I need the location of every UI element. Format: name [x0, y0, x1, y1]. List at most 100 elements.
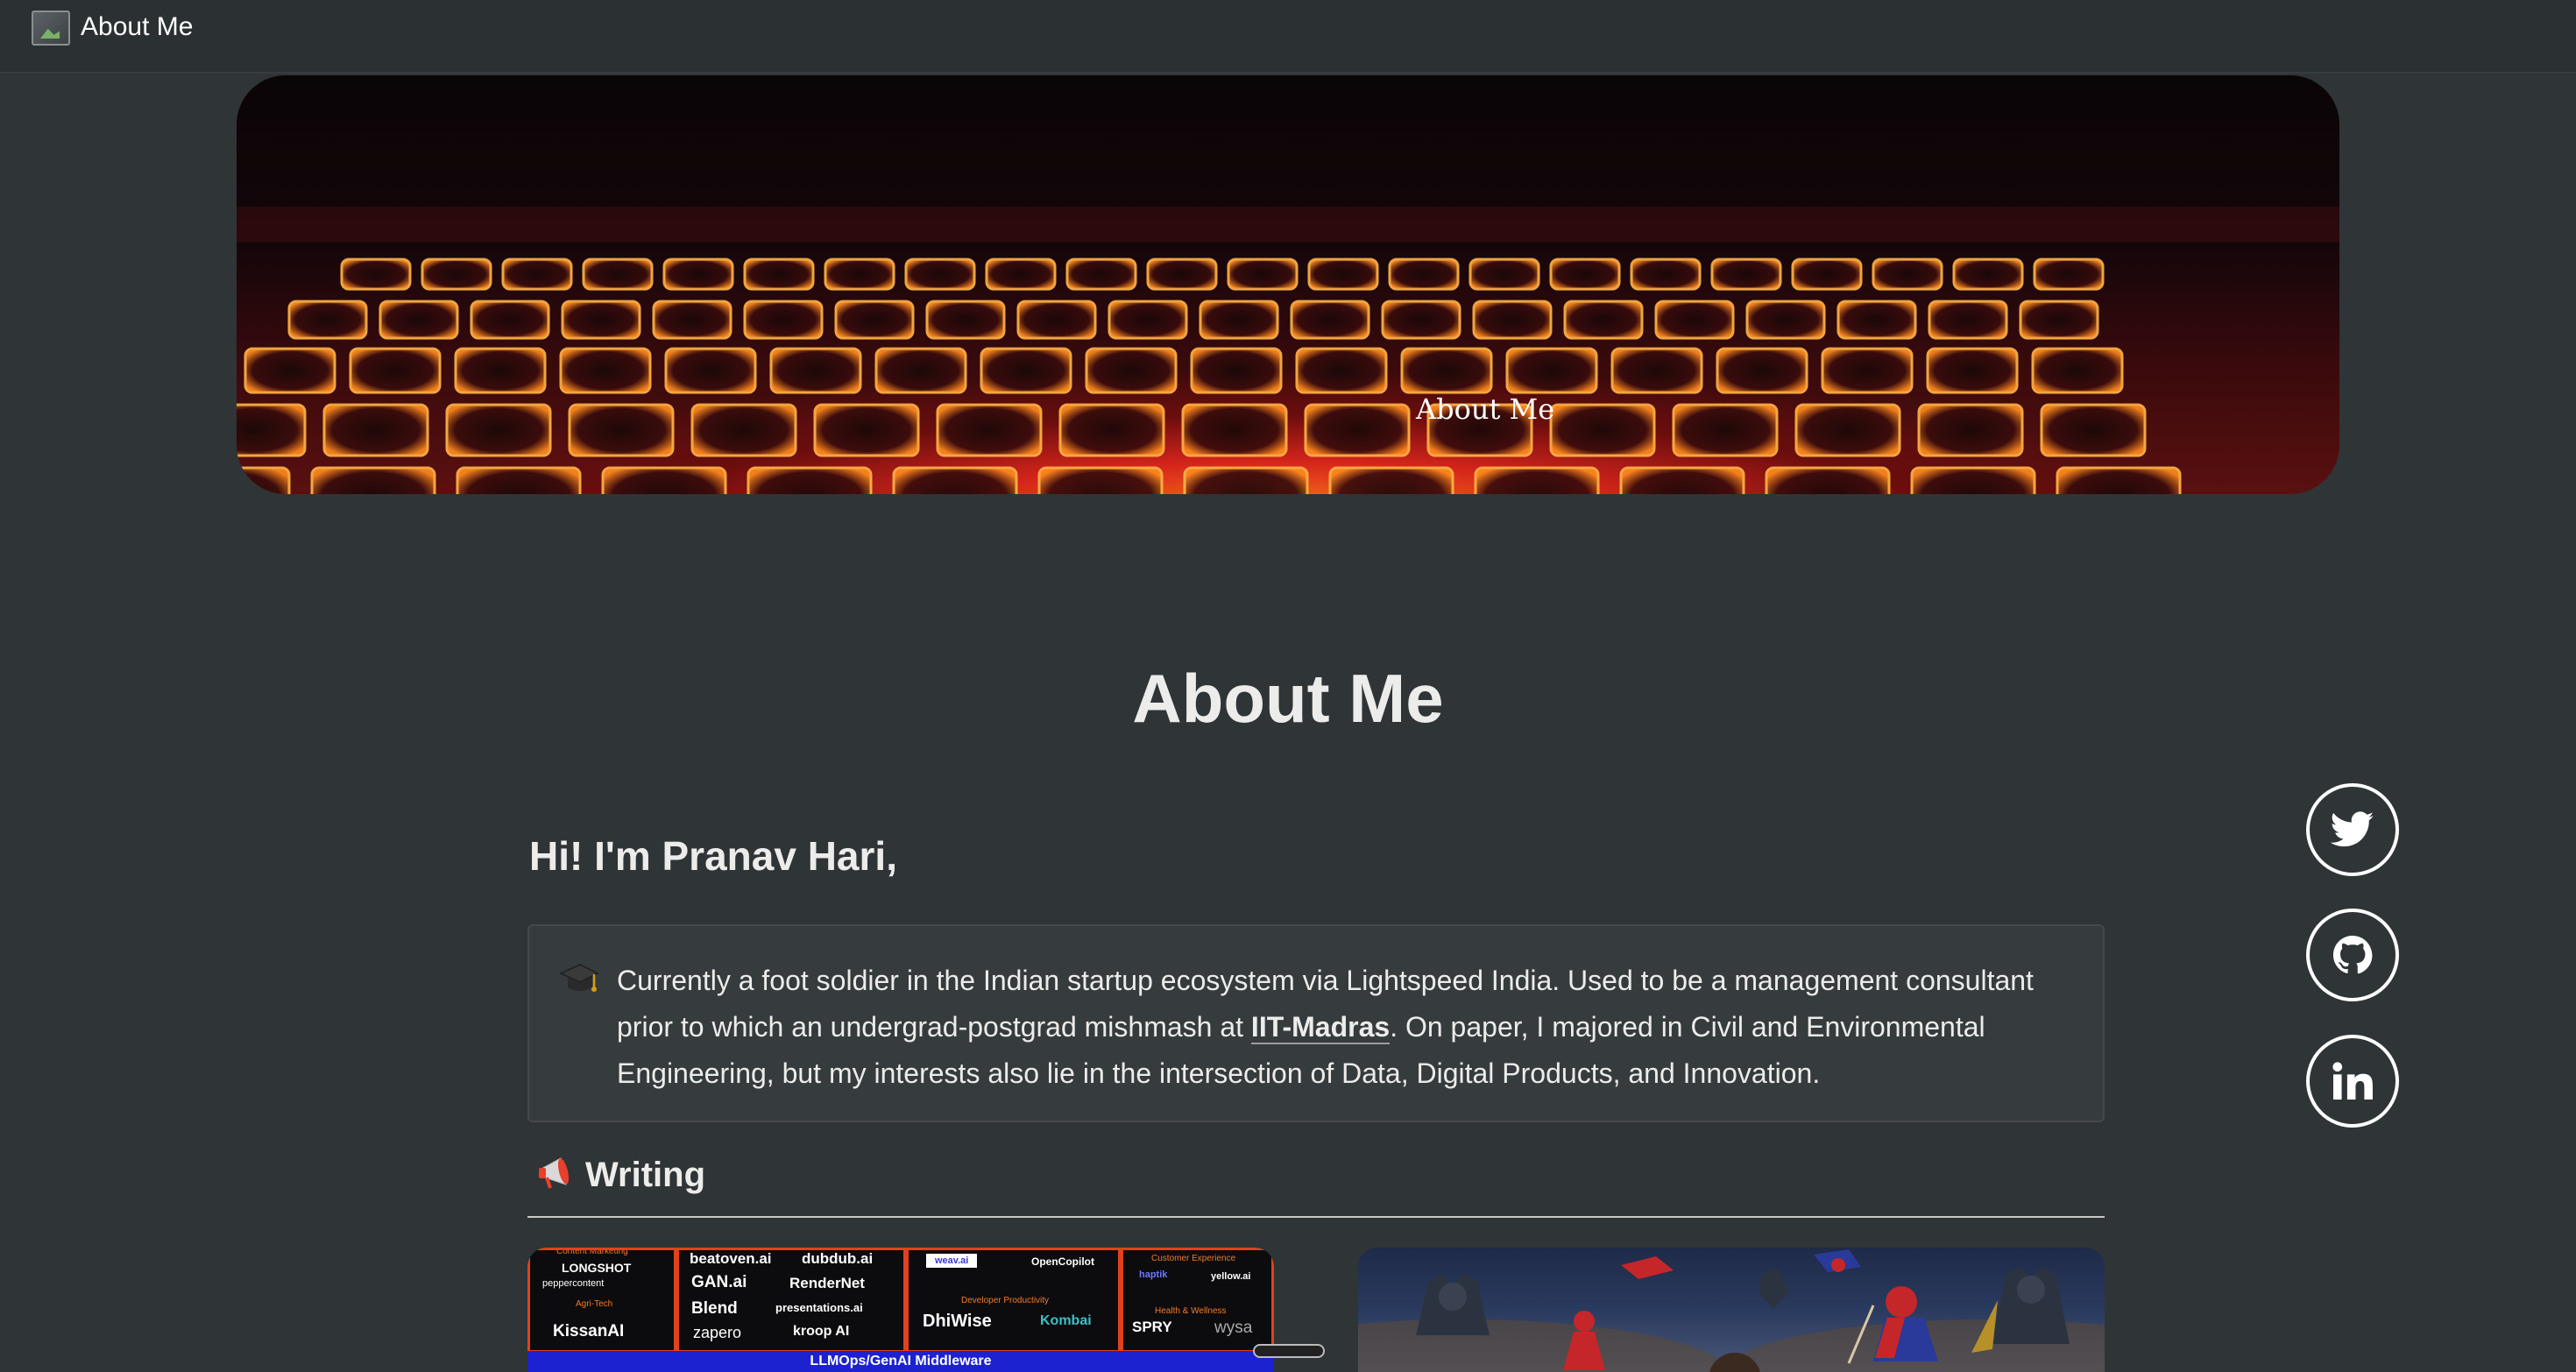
article-card-superheroes[interactable] [1358, 1248, 2105, 1372]
keyboard-key [892, 466, 1018, 494]
keyboard-key [1472, 300, 1553, 340]
keyboard-key [1199, 300, 1279, 340]
keyboard-key [456, 466, 582, 494]
keyboard-key [582, 258, 654, 291]
category-label: Developer Productivity [961, 1296, 1050, 1305]
keyboard-key [813, 403, 920, 457]
keyboard-key [2033, 258, 2105, 291]
keyboard-key [2019, 300, 2099, 340]
keyboard-key [1304, 403, 1411, 457]
cover-image: About Me [237, 75, 2339, 494]
keyboard-key [936, 403, 1043, 457]
keyboard-key [834, 300, 915, 340]
keyboard-key [1872, 258, 1943, 291]
keyboard-key [1065, 258, 1137, 291]
company-logo: LONGSHOT [562, 1261, 632, 1275]
megaphone-icon [539, 1157, 570, 1189]
keyboard-key [1910, 466, 2036, 494]
keyboard-key [1630, 258, 1702, 291]
keyboard-key [1328, 466, 1454, 494]
keyboard-key [985, 258, 1057, 291]
market-map-cell: weav.ai OpenCopilot Developer Productivi… [906, 1248, 1121, 1353]
keyboard-key [1619, 466, 1745, 494]
keyboard-key [2040, 403, 2147, 457]
keyboard-key [1474, 466, 1600, 494]
category-label: Agri-Tech [576, 1299, 613, 1309]
keyboard-key [1654, 300, 1735, 340]
linkedin-link[interactable] [2306, 1035, 2399, 1128]
keyboard-key [904, 258, 976, 291]
keyboard-key [1505, 347, 1598, 394]
company-logo: wysa [1214, 1319, 1253, 1337]
iit-madras-link[interactable]: IIT-Madras [1250, 1011, 1391, 1044]
keyboard-key [662, 258, 734, 291]
keyboard-key [1037, 466, 1164, 494]
graduation-cap-icon [559, 964, 599, 992]
keyboard-key [559, 347, 652, 394]
keyboard-key [1549, 258, 1621, 291]
top-bar: About Me [0, 0, 2576, 74]
twitter-link[interactable] [2306, 783, 2399, 876]
keyboard-key [1307, 258, 1379, 291]
keyboard-key [2031, 347, 2124, 394]
intro-callout: Currently a foot soldier in the Indian s… [527, 924, 2105, 1122]
keyboard-key [1295, 347, 1388, 394]
keyboard-key [1108, 300, 1188, 340]
keyboard-key [244, 347, 336, 394]
keyboard-key [1672, 403, 1779, 457]
keyboard-key [470, 300, 550, 340]
keyboard-key [1058, 403, 1165, 457]
broken-image-icon [32, 11, 70, 46]
keyboard-key [237, 403, 307, 457]
company-logo: GAN.ai [691, 1273, 747, 1291]
keyboard-key [1290, 300, 1370, 340]
keyboard-key [1085, 347, 1178, 394]
keyboard-key [1190, 347, 1283, 394]
market-map-cell: beatoven.ai dubdub.ai GAN.ai RenderNet B… [676, 1248, 906, 1353]
keyboard-key [1181, 403, 1288, 457]
keyboard-key [340, 258, 412, 291]
keyboard-key [322, 403, 429, 457]
keyboard-key [601, 466, 727, 494]
keyboard-key [1952, 258, 2024, 291]
github-link[interactable] [2306, 909, 2399, 1001]
keyboard-key [743, 258, 815, 291]
keyboard-key [1400, 347, 1493, 394]
keyboard-reflection [237, 207, 2339, 242]
company-logo: haptik [1139, 1269, 1168, 1280]
keyboard-key [1183, 466, 1309, 494]
company-logo: dubdub.ai [802, 1250, 874, 1267]
keyboard-key [1549, 403, 1656, 457]
keyboard-key [379, 300, 459, 340]
keyboard-key [690, 403, 797, 457]
company-logo: SPRY [1132, 1319, 1172, 1335]
keyboard-key [1917, 403, 2024, 457]
keyboard-key [874, 347, 967, 394]
keyboard-key [925, 300, 1006, 340]
keyboard-graphic [237, 207, 2339, 494]
keyboard-key [652, 300, 732, 340]
keyboard-key [310, 466, 436, 494]
keyboard-key [1794, 403, 1901, 457]
company-logo: peppercontent [542, 1278, 605, 1289]
keyboard-key [1928, 300, 2008, 340]
article-card-genai-map[interactable]: Content Marketing LONGSHOT peppercontent… [527, 1248, 1274, 1372]
keyboard-key [561, 300, 641, 340]
company-logo: OpenCopilot [1031, 1255, 1094, 1268]
company-logo: yellow.ai [1211, 1271, 1251, 1282]
writing-heading-label: Writing [585, 1156, 706, 1194]
company-logo: kroop AI [793, 1324, 850, 1339]
keyboard-key [421, 258, 492, 291]
superheroes-illustration [1358, 1249, 2105, 1372]
tab-title[interactable]: About Me [81, 12, 193, 42]
category-label: Customer Experience [1151, 1254, 1236, 1263]
keyboard-key [1468, 258, 1540, 291]
keyboard-key [237, 466, 291, 494]
keyboard-key [1563, 300, 1644, 340]
keyboard-key [568, 403, 675, 457]
callout-text: Currently a foot soldier in the Indian s… [617, 958, 2089, 1097]
keyboard-key [1016, 300, 1097, 340]
keyboard-key [287, 300, 368, 340]
carousel-scroll-indicator[interactable] [1253, 1344, 1325, 1358]
writing-heading: Writing [536, 1155, 705, 1195]
